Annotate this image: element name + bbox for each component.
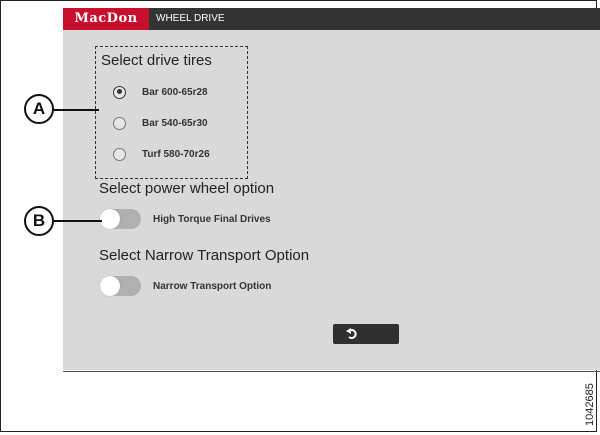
radio-button-selected[interactable]: [113, 85, 126, 99]
screen-bottom-edge: [63, 371, 600, 372]
title-bar: MacDon WHEEL DRIVE: [63, 8, 600, 30]
tire-option-label: Bar 540-65r30: [142, 117, 208, 129]
radio-button[interactable]: [113, 147, 126, 161]
toggle-knob: [100, 276, 120, 296]
macdon-logo: MacDon: [63, 8, 149, 30]
narrow-transport-option[interactable]: Narrow Transport Option: [100, 276, 271, 296]
drive-tires-heading: Select drive tires: [101, 52, 212, 69]
high-torque-toggle[interactable]: [100, 209, 141, 229]
page-title: WHEEL DRIVE: [156, 13, 225, 24]
narrow-transport-heading: Select Narrow Transport Option: [99, 247, 310, 264]
tire-option-label: Turf 580-70r26: [142, 148, 210, 160]
back-arrow-icon: [346, 328, 357, 339]
callout-b-leader: [54, 220, 102, 222]
power-wheel-heading: Select power wheel option: [99, 180, 275, 197]
narrow-transport-toggle[interactable]: [100, 276, 141, 296]
toggle-knob: [100, 209, 120, 229]
back-button[interactable]: [333, 324, 399, 344]
callout-b: B: [24, 206, 54, 236]
callout-a-leader: [54, 109, 99, 111]
tire-option-turf-580[interactable]: Turf 580-70r26: [113, 145, 210, 163]
callout-a: A: [24, 94, 54, 124]
tire-option-bar-600[interactable]: Bar 600-65r28: [113, 83, 208, 101]
radio-button[interactable]: [113, 116, 126, 130]
high-torque-label: High Torque Final Drives: [153, 213, 271, 225]
tire-option-label: Bar 600-65r28: [142, 86, 208, 98]
tire-option-bar-540[interactable]: Bar 540-65r30: [113, 114, 208, 132]
high-torque-option[interactable]: High Torque Final Drives: [100, 209, 271, 229]
figure-number: 1042685: [584, 383, 596, 426]
narrow-transport-label: Narrow Transport Option: [153, 280, 272, 292]
wheel-drive-screen: MacDon WHEEL DRIVE Select drive tires Ba…: [63, 8, 600, 370]
